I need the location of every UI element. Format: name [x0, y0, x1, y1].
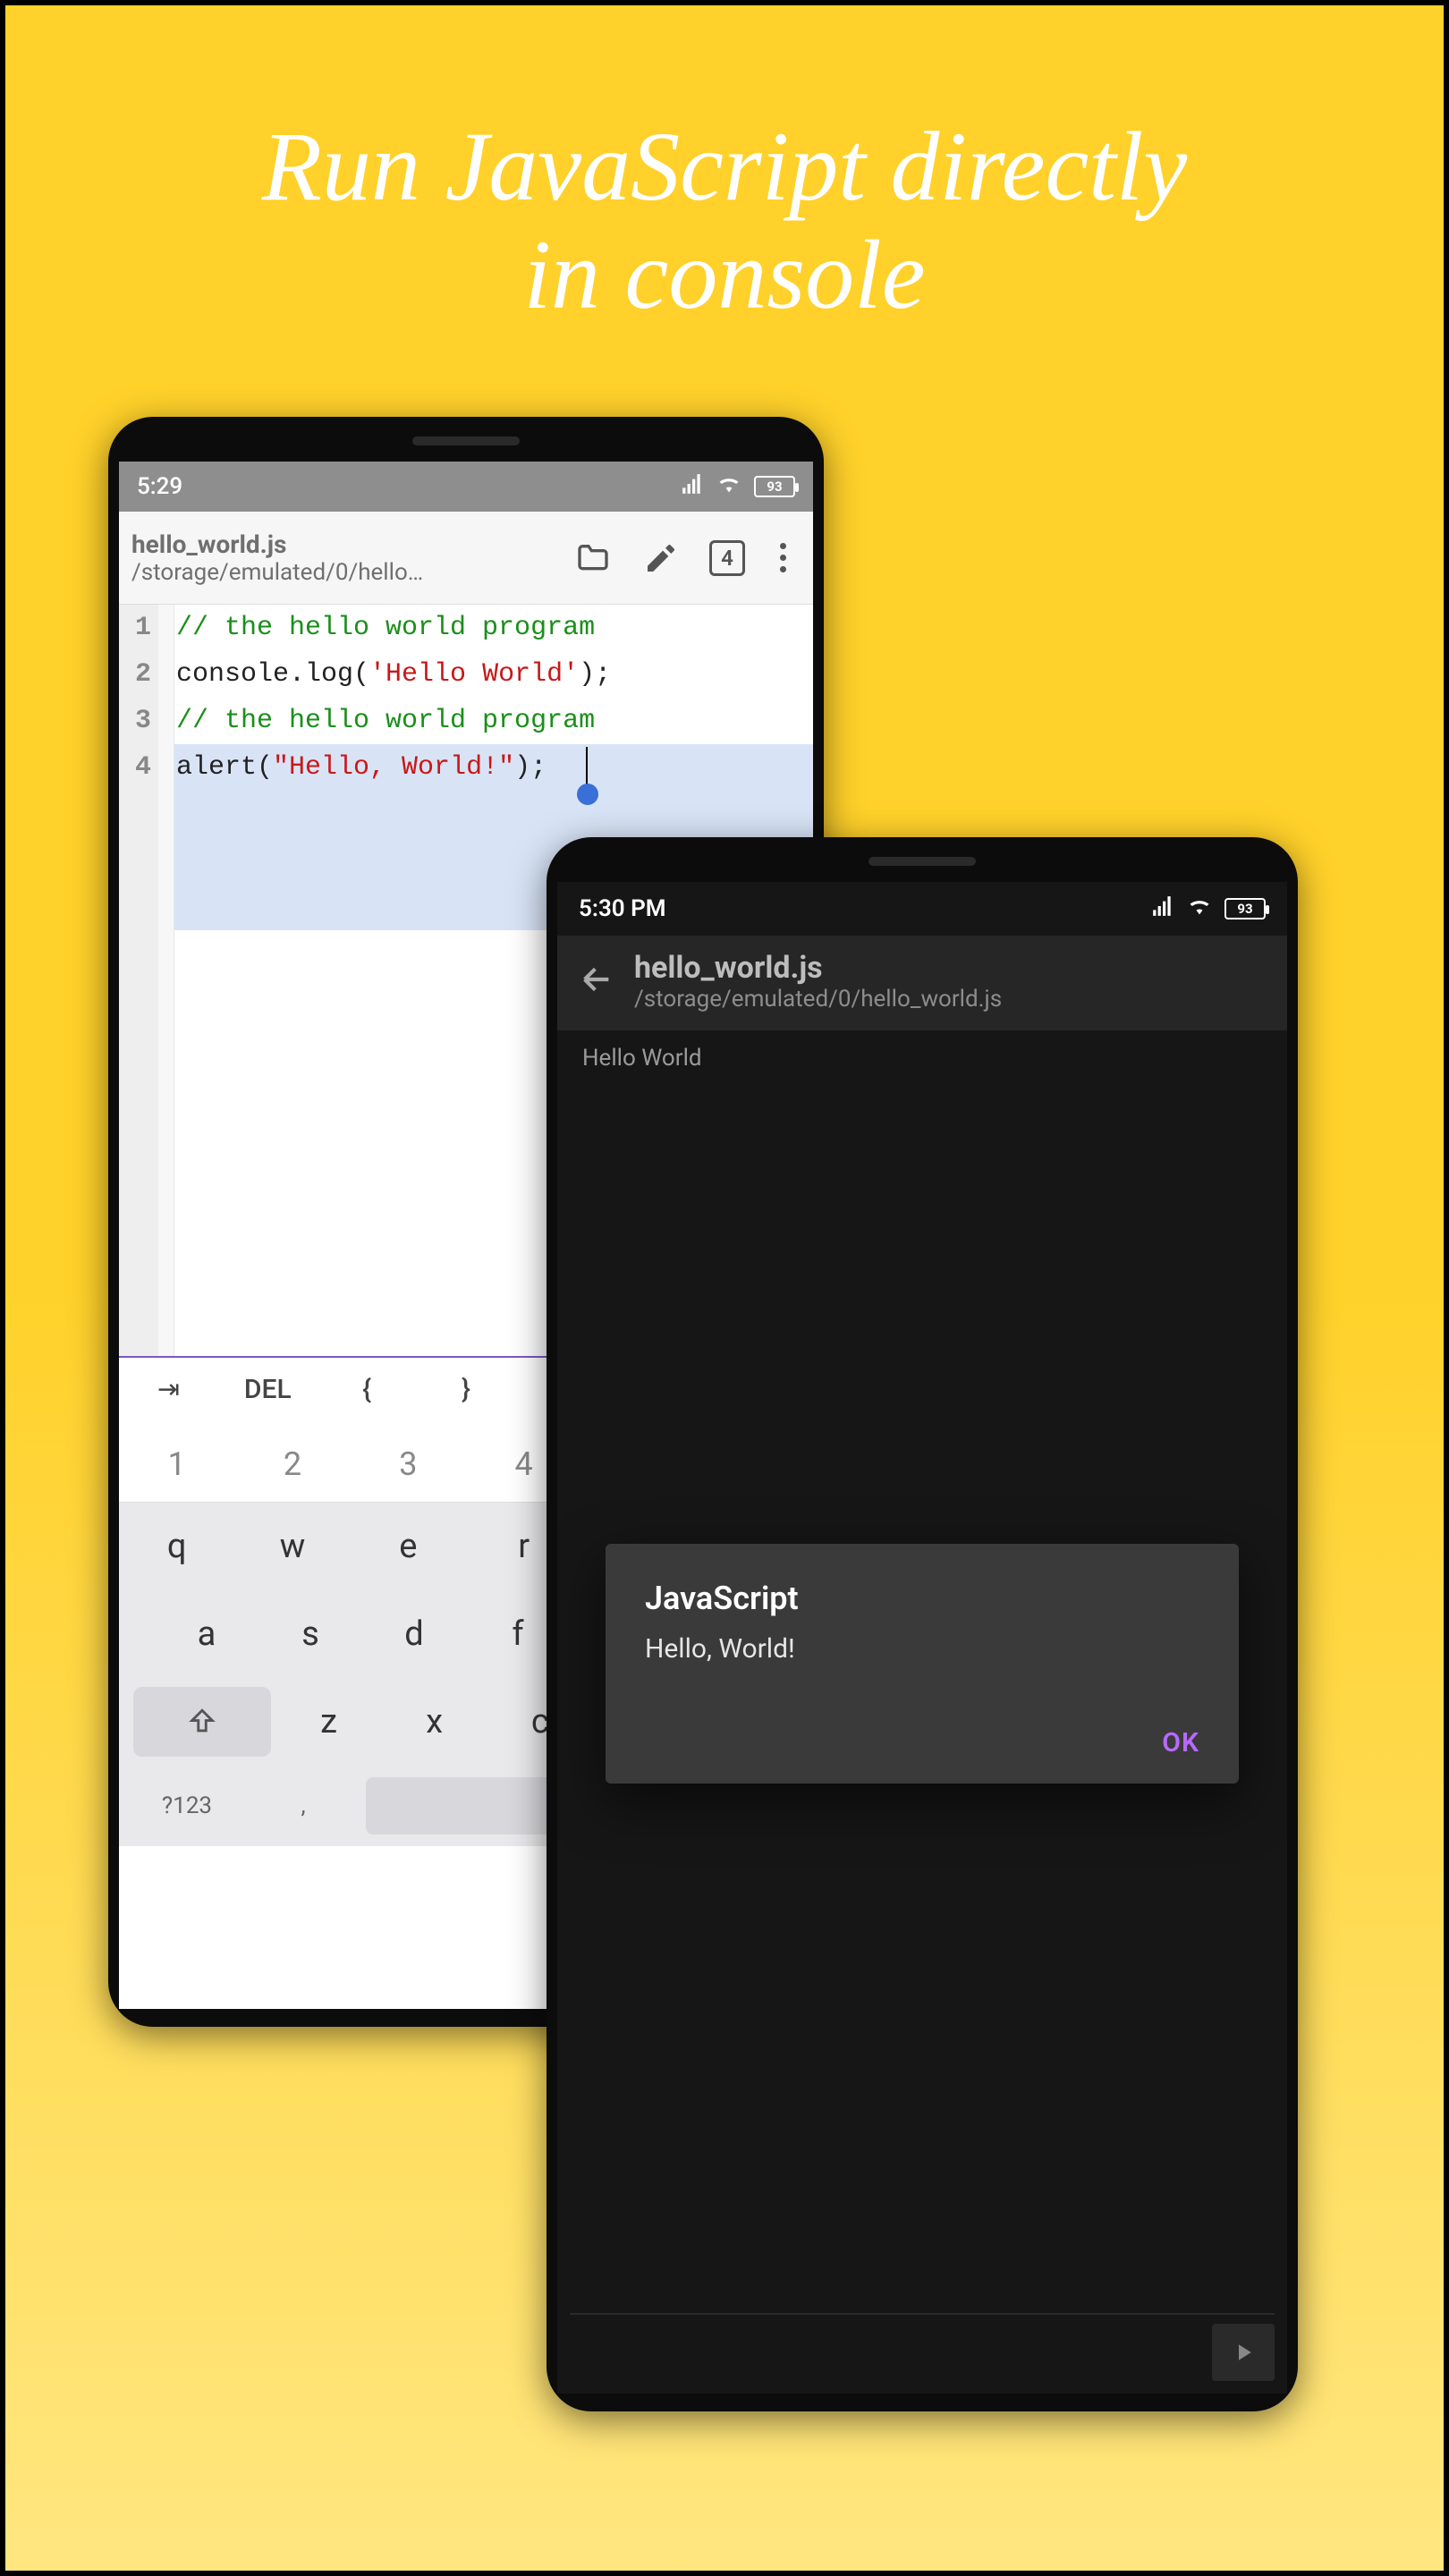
folder-icon[interactable] — [573, 538, 613, 578]
editor-app-bar: hello_world.js /storage/emulated/0/hello… — [119, 512, 813, 605]
code-line: // the hello world program — [176, 706, 595, 736]
phone-frame-console: 5:30 PM 93 hello_world.js /storage/emula… — [547, 837, 1298, 2411]
back-arrow-icon[interactable] — [579, 962, 614, 1001]
key-e[interactable]: e — [351, 1503, 466, 1590]
code-line: // the hello world program — [176, 613, 595, 643]
alert-message: Hello, World! — [645, 1633, 1199, 1665]
status-time: 5:30 PM — [579, 895, 666, 922]
console-app-bar: hello_world.js /storage/emulated/0/hello… — [557, 936, 1287, 1030]
key-x[interactable]: x — [382, 1678, 487, 1766]
filepath-label: /storage/emulated/0/hello… — [131, 559, 573, 586]
signal-icon — [681, 472, 704, 502]
status-bar: 5:29 93 — [119, 462, 813, 512]
overflow-menu-icon[interactable] — [774, 543, 792, 572]
key-s[interactable]: s — [258, 1590, 362, 1678]
key-w[interactable]: w — [234, 1503, 350, 1590]
wifi-icon — [716, 471, 741, 503]
status-bar: 5:30 PM 93 — [557, 882, 1287, 936]
alert-dialog: JavaScript Hello, World! OK — [606, 1544, 1239, 1784]
promo-headline: Run JavaScript directlyin console — [5, 5, 1444, 329]
edit-icon[interactable] — [641, 538, 681, 578]
battery-icon: 93 — [754, 476, 795, 497]
sym-brace-open[interactable]: { — [318, 1358, 417, 1420]
ok-button[interactable]: OK — [1162, 1727, 1199, 1758]
console-output: Hello World — [557, 1030, 1287, 1086]
filename-label: hello_world.js — [131, 530, 573, 559]
key-z[interactable]: z — [276, 1678, 382, 1766]
line-gutter: 1 2 3 4 — [119, 605, 158, 1356]
filename-label: hello_world.js — [634, 950, 1266, 986]
filepath-label: /storage/emulated/0/hello_world.js — [634, 986, 1266, 1013]
tab-count-button[interactable]: 4 — [709, 540, 745, 576]
key-comma[interactable]: , — [250, 1792, 357, 1819]
phone-speaker — [412, 436, 520, 445]
key-q[interactable]: q — [119, 1503, 234, 1590]
alert-title: JavaScript — [645, 1580, 1199, 1617]
wifi-icon — [1187, 894, 1212, 925]
fold-margin — [158, 605, 174, 1356]
text-cursor — [586, 747, 588, 788]
status-time: 5:29 — [137, 473, 182, 500]
key-a[interactable]: a — [155, 1590, 258, 1678]
key-1[interactable]: 1 — [119, 1420, 234, 1508]
cursor-handle[interactable] — [577, 784, 598, 805]
sym-del[interactable]: DEL — [218, 1358, 318, 1420]
console-divider — [570, 2313, 1275, 2315]
run-button[interactable] — [1212, 2324, 1275, 2381]
battery-icon: 93 — [1224, 898, 1266, 919]
key-shift[interactable] — [133, 1687, 271, 1757]
key-d[interactable]: d — [362, 1590, 466, 1678]
sym-brace-close[interactable]: } — [417, 1358, 516, 1420]
key-3[interactable]: 3 — [351, 1420, 466, 1508]
sym-tab[interactable]: ⇥ — [119, 1358, 218, 1420]
phone-speaker — [869, 857, 976, 866]
signal-icon — [1151, 894, 1174, 924]
key-mode-switch[interactable]: ?123 — [133, 1792, 241, 1819]
key-2[interactable]: 2 — [234, 1420, 350, 1508]
